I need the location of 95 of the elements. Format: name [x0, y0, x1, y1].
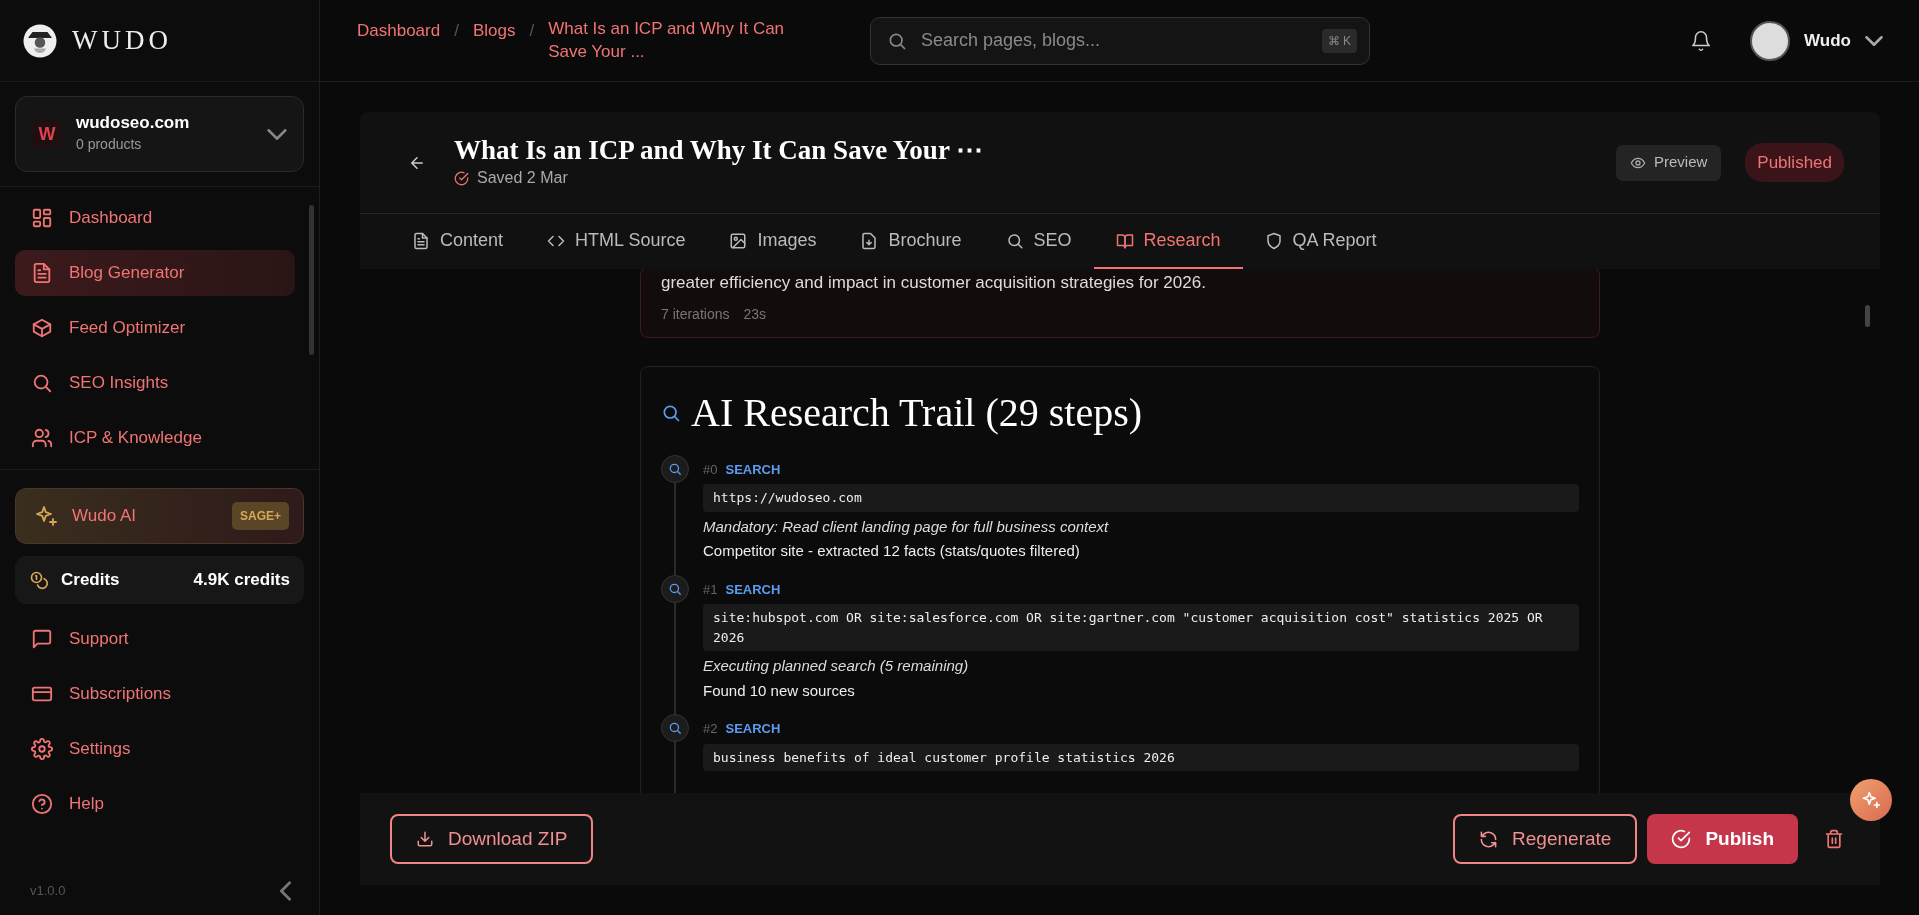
- search-field[interactable]: Search pages, blogs... ⌘ K: [870, 16, 1370, 65]
- regenerate-button[interactable]: Regenerate: [1453, 814, 1638, 864]
- ai-assistant-button[interactable]: Wudo AI SAGE+: [15, 488, 304, 544]
- search-icon: [668, 461, 682, 476]
- scrollbar-thumb[interactable]: [309, 205, 314, 355]
- document-icon: [412, 231, 430, 250]
- sparkle-icon: [1861, 790, 1881, 810]
- box-icon: [31, 317, 53, 339]
- download-zip-button[interactable]: Download ZIP: [390, 814, 594, 864]
- iteration-count: 7 iterations: [661, 304, 730, 324]
- workspace-selector[interactable]: W wudoseo.com 0 products: [15, 96, 304, 172]
- shield-icon: [1264, 231, 1283, 250]
- search-input[interactable]: Search pages, blogs...: [919, 26, 1310, 55]
- plan-badge: SAGE+: [232, 502, 289, 530]
- breadcrumb-separator: /: [454, 19, 459, 42]
- user-avatar[interactable]: [1750, 20, 1791, 61]
- nav-item[interactable]: Dashboard: [15, 195, 295, 241]
- workspace-name: wudoseo.com: [76, 113, 190, 134]
- ai-label: Wudo AI: [72, 505, 136, 528]
- search-icon: [31, 372, 53, 394]
- status-badge: Published: [1745, 142, 1844, 183]
- step-result: Found 10 new sources: [703, 680, 856, 701]
- workspace-avatar: W: [32, 119, 62, 149]
- refresh-icon: [1479, 829, 1499, 849]
- check-circle-icon: [1671, 829, 1692, 849]
- tab[interactable]: Brochure: [838, 214, 984, 269]
- nav-item[interactable]: Help: [15, 781, 295, 827]
- user-name: Wudo: [1804, 29, 1851, 52]
- nav-item[interactable]: Settings: [15, 726, 295, 772]
- step-reason: Executing planned search (5 remaining): [703, 656, 970, 676]
- nav-item[interactable]: Blog Generator: [15, 250, 295, 296]
- search-icon: [1005, 231, 1024, 250]
- tab[interactable]: QA Report: [1242, 214, 1399, 269]
- blog-title: What Is an ICP and Why It Can Save Your ⋯: [454, 134, 984, 166]
- shortcut-hint: ⌘ K: [1321, 28, 1357, 53]
- chevron-down-icon: [267, 128, 287, 140]
- tab[interactable]: SEO: [983, 214, 1094, 269]
- check-circle-icon: [454, 170, 469, 186]
- product-count: 0 products: [76, 134, 143, 154]
- users-icon: [31, 427, 53, 449]
- chevron-down-icon: [1865, 35, 1883, 46]
- step-number: #1: [703, 580, 718, 599]
- credits-label: Credits: [61, 569, 120, 592]
- step-result: Competitor site - extracted 12 facts (stats/quotes filtered): [703, 541, 1081, 561]
- step-number: #2: [703, 720, 718, 738]
- duration-text: 23s: [743, 304, 767, 324]
- sparkle-icon: [34, 504, 58, 528]
- book-icon: [1115, 231, 1134, 250]
- download-icon: [416, 830, 434, 848]
- bell-icon: [1690, 29, 1713, 52]
- tab[interactable]: Content: [390, 214, 526, 269]
- tab[interactable]: Images: [707, 214, 839, 269]
- notifications-button[interactable]: [1690, 29, 1713, 52]
- breadcrumb-separator: /: [529, 19, 535, 42]
- publish-button[interactable]: Publish: [1647, 814, 1798, 864]
- settings-icon: [31, 738, 53, 760]
- trash-icon: [1824, 829, 1844, 849]
- nav-item[interactable]: SEO Insights: [15, 360, 295, 406]
- nav-item[interactable]: ICP & Knowledge: [15, 415, 295, 461]
- file-download-icon: [860, 231, 879, 250]
- credits-value: 4.9K credits: [193, 569, 290, 592]
- search-icon: [668, 581, 682, 596]
- step-type: SEARCH: [725, 460, 781, 479]
- logo-icon: [22, 22, 58, 59]
- coins-icon: [29, 570, 49, 590]
- breadcrumb-link[interactable]: Dashboard: [357, 17, 441, 44]
- tab[interactable]: HTML Source: [525, 214, 708, 269]
- search-icon: [668, 721, 682, 735]
- collapse-sidebar-button[interactable]: [280, 881, 291, 901]
- step-type: SEARCH: [725, 580, 781, 599]
- document-icon: [31, 262, 53, 284]
- grid-icon: [31, 207, 53, 229]
- image-icon: [729, 231, 748, 250]
- step-number: #0: [703, 460, 718, 479]
- search-query: business benefits of ideal customer profile statistics 2026: [703, 743, 1579, 771]
- breadcrumb-link[interactable]: Blogs: [472, 17, 516, 44]
- scrollbar-thumb[interactable]: [1865, 305, 1870, 327]
- version-text: v1.0.0: [30, 882, 66, 901]
- preview-button[interactable]: Preview: [1615, 144, 1722, 181]
- chevron-left-icon: [280, 881, 291, 901]
- step-reason: Mandatory: Read client landing page for full business context: [703, 516, 1110, 537]
- breadcrumb-link[interactable]: What Is an ICP and Why It Can Save Your ...: [548, 17, 814, 64]
- step-type: SEARCH: [725, 720, 781, 738]
- nav-item[interactable]: Subscriptions: [15, 671, 295, 717]
- save-status: Saved 2 Mar: [477, 168, 568, 188]
- trail-heading: AI Research Trail (29 steps): [691, 388, 1143, 437]
- help-icon: [31, 793, 53, 815]
- brand-name: WUDO: [72, 24, 172, 58]
- chat-icon: [31, 628, 53, 650]
- ai-assistant-fab[interactable]: [1850, 779, 1892, 821]
- search-query: https://wudoseo.com: [703, 484, 1579, 512]
- summary-text: greater efficiency and impact in customer acquisition strategies for 2026.: [661, 272, 1207, 294]
- nav-item[interactable]: Feed Optimizer: [15, 305, 295, 351]
- search-query: site:hubspot.com OR site:salesforce.com OR site:gartner.com "customer acquisition cost" statistics 2025 OR 2026: [703, 604, 1579, 651]
- nav-item[interactable]: Support: [15, 616, 295, 662]
